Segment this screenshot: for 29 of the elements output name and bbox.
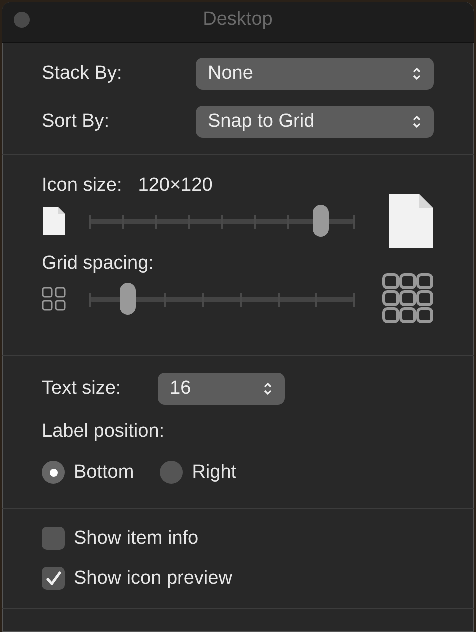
radio-option[interactable]: Right bbox=[160, 461, 237, 484]
field-label: Grid spacing: bbox=[42, 253, 154, 275]
radio-button[interactable] bbox=[42, 461, 65, 484]
slider-thumb[interactable] bbox=[313, 205, 329, 237]
chevron-icon bbox=[263, 381, 273, 397]
checkbox[interactable] bbox=[42, 527, 65, 550]
chevron-icon bbox=[412, 66, 422, 82]
field-label: Text size: bbox=[42, 378, 122, 400]
radio-button[interactable] bbox=[160, 461, 184, 484]
checkbox-option[interactable]: Show icon preview bbox=[42, 567, 434, 590]
field-label: Sort By: bbox=[42, 111, 111, 133]
small-grid-icon bbox=[42, 287, 66, 311]
window-title: Desktop bbox=[203, 9, 273, 31]
dropdown[interactable]: None bbox=[196, 58, 434, 90]
field-label: Label position: bbox=[42, 421, 165, 443]
size-reading: 120×120 bbox=[138, 175, 213, 197]
dropdown[interactable]: 16 bbox=[158, 373, 285, 405]
checkmark-icon bbox=[44, 570, 62, 588]
large-grid-icon bbox=[382, 273, 434, 325]
small-document-icon bbox=[42, 206, 66, 236]
checkbox-option[interactable]: Show item info bbox=[42, 527, 434, 550]
field-label: Stack By: bbox=[42, 63, 124, 85]
checkbox[interactable] bbox=[42, 567, 65, 590]
field-label: Icon size: bbox=[42, 175, 122, 197]
large-document-icon bbox=[388, 193, 434, 249]
slider-thumb[interactable] bbox=[120, 283, 136, 315]
dropdown[interactable]: Snap to Grid bbox=[196, 106, 434, 138]
chevron-icon bbox=[412, 114, 422, 130]
radio-option[interactable]: Bottom bbox=[42, 461, 134, 484]
